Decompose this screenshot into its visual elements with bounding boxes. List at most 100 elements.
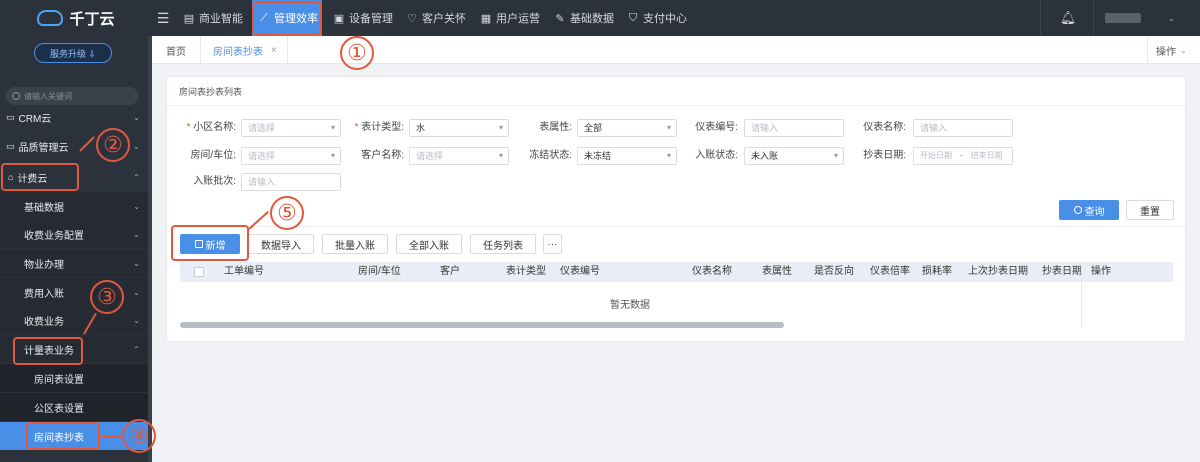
tabs-bar: 首页 房间表抄表 × 操作 ⌄ xyxy=(152,36,1200,64)
user-avatar[interactable] xyxy=(1105,0,1141,36)
meter-no-input[interactable]: 请输入 xyxy=(744,119,844,137)
col-customer: 客户 xyxy=(440,266,460,277)
col-actions: 操作 xyxy=(1091,266,1111,277)
community-label: * 小区名称: xyxy=(186,122,236,133)
sidebar-search-input[interactable]: 请输入关键词 xyxy=(6,87,138,105)
shield-icon: ⛉ xyxy=(628,11,638,24)
sidebar-item-property[interactable]: 物业办理 ⌄ xyxy=(0,249,152,277)
chevron-down-icon: ⌄ xyxy=(1180,45,1187,55)
col-meter-name: 仪表名称 xyxy=(692,266,732,277)
meter-type-select[interactable]: 水 ▾ xyxy=(409,119,509,137)
bell-icon[interactable]: 🔔︎ xyxy=(1058,0,1078,36)
chevron-down-icon: ▾ xyxy=(498,151,503,160)
sidebar-item-metering[interactable]: 计量表业务 ⌃ xyxy=(0,335,152,363)
chevron-up-icon: ⌃ xyxy=(133,344,140,354)
community-select[interactable]: 请选择 ▾ xyxy=(241,119,341,137)
room-label: 房间/车位: xyxy=(190,150,236,161)
chevron-down-icon: ▾ xyxy=(666,123,671,132)
brand-logo[interactable]: 千丁云 xyxy=(0,0,152,36)
sidebar-item-fee-account[interactable]: 费用入账 ⌄ xyxy=(0,278,152,306)
nav-item-payment[interactable]: ⛉ 支付中心 xyxy=(627,0,695,36)
nav-item-care[interactable]: ♡ 客户关怀 xyxy=(406,0,474,36)
meter-type-label: * 表计类型: xyxy=(354,122,404,133)
divider xyxy=(1093,0,1094,36)
more-button[interactable]: ··· xyxy=(543,234,562,254)
sidebar-item-public-meter-settings[interactable]: 公区表设置 xyxy=(0,393,152,421)
task-list-button[interactable]: 任务列表 xyxy=(470,234,536,254)
empty-state: 暂无数据 xyxy=(610,300,650,311)
account-select[interactable]: 未入账 ▾ xyxy=(744,147,844,165)
annotation-marker-4: ④ xyxy=(122,419,156,453)
edit-icon xyxy=(194,240,203,248)
chevron-down-icon: ⌄ xyxy=(133,315,140,325)
tab-home[interactable]: 首页 xyxy=(166,36,186,64)
reset-button[interactable]: 重置 xyxy=(1126,200,1174,220)
divider xyxy=(1040,0,1041,36)
cloud-logo-icon xyxy=(37,10,64,26)
import-button[interactable]: 数据导入 xyxy=(248,234,314,254)
nav-item-bi[interactable]: ▤ 商业智能 xyxy=(183,0,251,36)
all-account-button[interactable]: 全部入账 xyxy=(396,234,462,254)
home-icon: ⌂ xyxy=(8,172,14,182)
menu-toggle-icon[interactable]: ☰ xyxy=(152,0,174,36)
col-meter-no: 仪表编号 xyxy=(560,266,600,277)
annotation-marker-1: ① xyxy=(340,36,374,70)
nav-item-user-ops[interactable]: ▦ 用户运营 xyxy=(480,0,548,36)
batch-label: 入账批次: xyxy=(193,176,236,187)
select-all-checkbox[interactable] xyxy=(194,267,204,277)
nav-item-efficiency[interactable]: ⟋ 管理效率 xyxy=(252,0,322,36)
add-button[interactable]: 新增 xyxy=(180,234,240,254)
crm-icon: ▭ xyxy=(6,111,15,122)
brand-name: 千丁云 xyxy=(69,10,115,28)
sidebar-item-fee-config[interactable]: 收费业务配置 ⌄ xyxy=(0,220,152,248)
sidebar-item-crm[interactable]: ▭ CRM云 ⌄ xyxy=(0,106,152,128)
col-reverse: 是否反向 xyxy=(814,266,854,277)
col-last-read-date: 上次抄表日期 xyxy=(968,266,1028,277)
col-ratio: 仪表倍率 xyxy=(870,266,910,277)
close-icon[interactable]: × xyxy=(271,45,277,56)
col-read-date: 抄表日期 xyxy=(1042,266,1082,277)
chevron-down-icon[interactable]: ⌄ xyxy=(1168,0,1180,36)
annotation-line-4 xyxy=(100,436,122,438)
sidebar-scrollbar[interactable] xyxy=(148,36,152,462)
sidebar-item-basic-data[interactable]: 基础数据 ⌄ xyxy=(0,192,152,220)
batch-account-button[interactable]: 批量入账 xyxy=(322,234,388,254)
sidebar-item-room-meter-settings[interactable]: 房间表设置 xyxy=(0,364,152,392)
chevron-down-icon: ▾ xyxy=(330,151,335,160)
col-order-no: 工单编号 xyxy=(224,266,264,277)
meter-name-input[interactable]: 请输入 xyxy=(913,119,1013,137)
freeze-select[interactable]: 未冻结 ▾ xyxy=(577,147,677,165)
upgrade-button[interactable]: 服务升级 ⇩ xyxy=(34,43,112,63)
nav-item-device[interactable]: ▣ 设备管理 xyxy=(333,0,401,36)
account-label: 入账状态: xyxy=(695,150,738,161)
customer-select[interactable]: 请选择 ▾ xyxy=(409,147,509,165)
trend-icon: ⟋ xyxy=(260,11,268,24)
sidebar-item-billing[interactable]: ⌂ 计费云 ⌃ xyxy=(0,163,152,191)
wrench-icon: ✎ xyxy=(555,12,565,25)
col-meter-type: 表计类型 xyxy=(506,266,546,277)
table-horizontal-scrollbar[interactable] xyxy=(180,322,784,328)
attr-select[interactable]: 全部 ▾ xyxy=(577,119,677,137)
panel-title: 房间表抄表列表 xyxy=(179,87,243,97)
user-ops-icon: ▦ xyxy=(480,12,492,25)
freeze-label: 冻结状态: xyxy=(529,150,572,161)
nav-item-basic-data[interactable]: ✎ 基础数据 xyxy=(554,0,622,36)
batch-input[interactable]: 请输入 xyxy=(241,173,341,191)
chevron-down-icon: ⌄ xyxy=(133,112,140,122)
date-label: 抄表日期: xyxy=(863,150,906,161)
query-button[interactable]: 查询 xyxy=(1059,200,1119,220)
col-meter-attr: 表属性 xyxy=(762,266,792,277)
tab-ops-menu[interactable]: 操作 ⌄ xyxy=(1147,36,1200,64)
chevron-down-icon: ⌄ xyxy=(133,258,140,268)
date-range-input[interactable]: 开始日期 - 结束日期 xyxy=(913,147,1013,165)
search-icon xyxy=(1073,206,1082,214)
sidebar: 服务升级 ⇩ 请输入关键词 ▭ CRM云 ⌄ ▭ 品质管理云 ⌄ ⌂ 计费云 ⌃… xyxy=(0,36,152,462)
sidebar-item-fee-business[interactable]: 收费业务 ⌄ xyxy=(0,306,152,334)
annotation-marker-3: ③ xyxy=(90,280,124,314)
chevron-down-icon: ▾ xyxy=(498,123,503,132)
room-select[interactable]: 请选择 ▾ xyxy=(241,147,341,165)
chevron-down-icon: ▾ xyxy=(666,151,671,160)
tab-room-meter-reading[interactable]: 房间表抄表 × xyxy=(200,36,288,64)
top-nav-bar: 千丁云 ☰ ▤ 商业智能 ⟋ 管理效率 ▣ 设备管理 ♡ 客户关怀 ▦ 用户运营… xyxy=(0,0,1200,36)
col-room: 房间/车位 xyxy=(358,266,401,277)
